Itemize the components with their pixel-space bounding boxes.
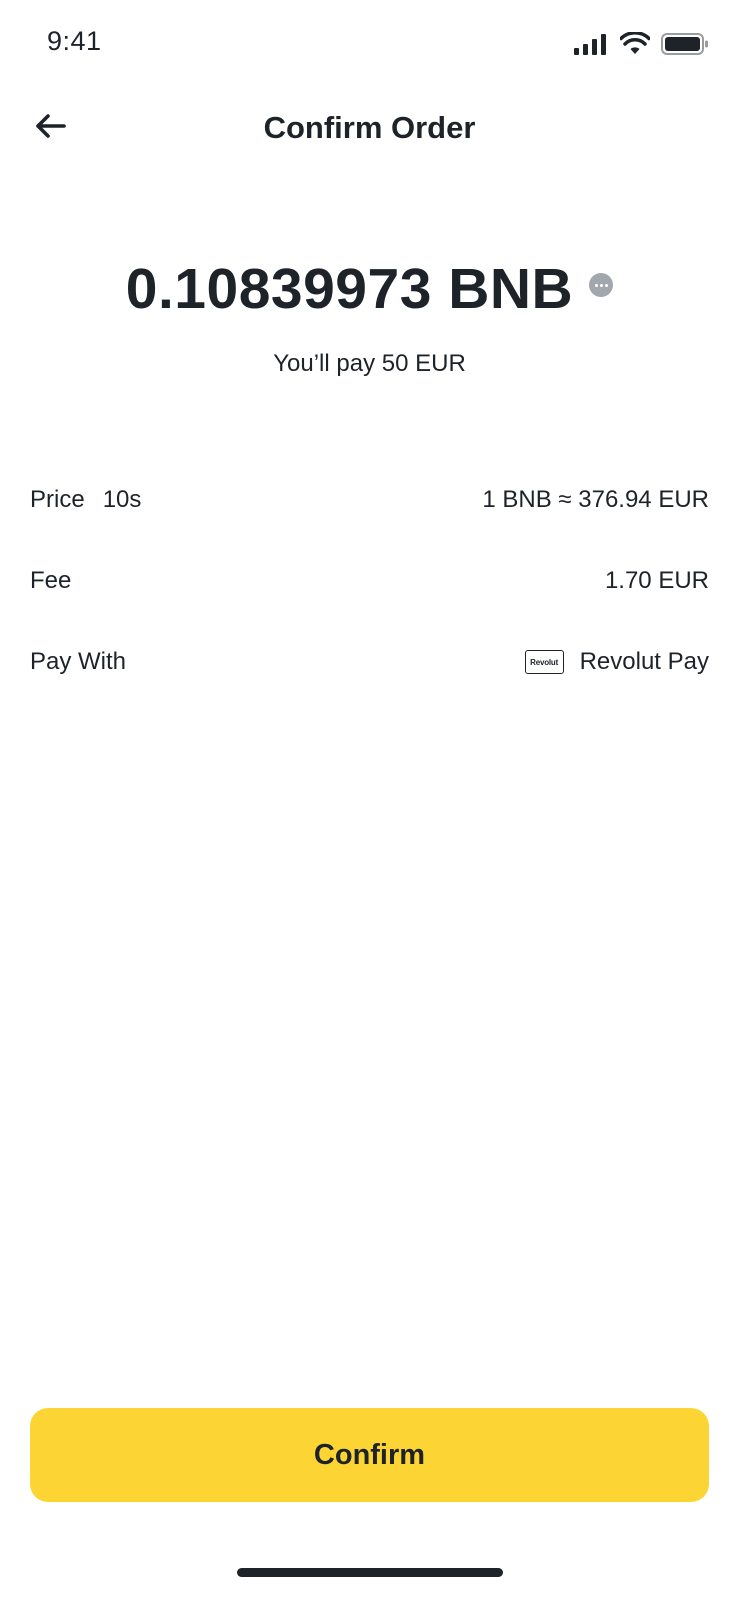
price-value: 1 BNB ≈ 376.94 EUR xyxy=(482,486,709,513)
home-indicator xyxy=(237,1568,503,1577)
price-row: Price 10s 1 BNB ≈ 376.94 EUR xyxy=(30,480,709,520)
header: Confirm Order xyxy=(0,96,739,160)
order-amount-row: 0.10839973 BNB xyxy=(0,256,739,322)
order-amount: 0.10839973 BNB xyxy=(125,257,574,321)
payment-method-label: Revolut Pay xyxy=(579,648,709,675)
pay-prefix: You’ll pay xyxy=(273,350,376,377)
status-icons xyxy=(573,31,709,61)
pay-with-row: Pay With Revolut Revolut Pay xyxy=(30,642,709,682)
cellular-signal-icon xyxy=(573,32,609,61)
pay-summary: You’ll pay 50 EUR xyxy=(0,350,739,378)
more-dots-icon[interactable] xyxy=(589,273,614,297)
pay-with-label: Pay With xyxy=(30,648,127,675)
status-bar: 9:41 xyxy=(0,0,739,88)
confirm-button[interactable]: Confirm xyxy=(30,1408,709,1502)
status-time: 9:41 xyxy=(47,26,102,56)
revolut-logo-icon: Revolut xyxy=(524,650,564,674)
pay-currency: EUR xyxy=(415,350,466,377)
price-timer: 10s xyxy=(102,486,142,513)
price-label: Price xyxy=(30,486,85,513)
wifi-icon xyxy=(619,31,651,61)
battery-icon xyxy=(661,32,709,61)
fee-label: Fee xyxy=(30,567,72,594)
pay-amount: 50 xyxy=(381,350,409,377)
fee-row: Fee 1.70 EUR xyxy=(30,561,709,601)
payment-method[interactable]: Revolut Revolut Pay xyxy=(524,648,709,676)
page-title: Confirm Order xyxy=(263,110,476,145)
fee-value: 1.70 EUR xyxy=(604,567,709,594)
